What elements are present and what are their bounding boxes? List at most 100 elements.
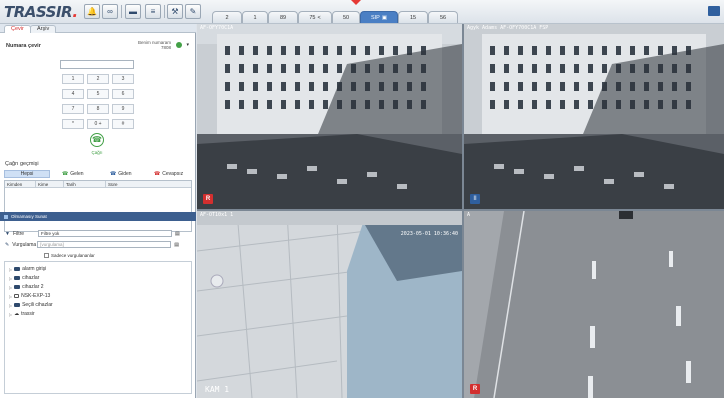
dial-key[interactable]: 5: [87, 89, 109, 99]
column-header[interactable]: Tarih: [63, 181, 76, 188]
highlight-icon: ✎: [5, 241, 10, 248]
filter-incoming[interactable]: ☎ Gelen: [62, 170, 84, 178]
monitor-icon[interactable]: [708, 6, 720, 16]
object-tree: ▷ alarm girişi ▷ cihazlar ▷ cihazlar 2 ▷ NSK…: [4, 261, 192, 394]
column-header[interactable]: Kimden: [5, 181, 22, 188]
screen-icon[interactable]: ▬: [125, 4, 141, 19]
checkbox[interactable]: [44, 253, 49, 258]
sip-panel: Çevir Arşiv Numara çevir Benim numaram 7…: [0, 24, 196, 398]
call-label: Çağrı: [91, 150, 103, 155]
dial-key[interactable]: 7: [62, 104, 84, 114]
record-badge[interactable]: R: [203, 194, 213, 204]
dial-key[interactable]: #: [112, 119, 134, 129]
camera-view[interactable]: Agyk Adams AF-OFY700C1A FSP II: [464, 24, 724, 209]
dial-key[interactable]: *: [62, 119, 84, 129]
layout-tab[interactable]: 50: [332, 11, 360, 23]
layout-tab[interactable]: 2: [212, 11, 242, 23]
edit-icon[interactable]: ✎: [185, 4, 201, 19]
dial-title: Numara çevir: [6, 43, 41, 49]
camera-feed-image: [197, 211, 462, 398]
camera-timestamp: 2023-05-01 10:36:40: [400, 231, 458, 237]
dial-key[interactable]: 9: [112, 104, 134, 114]
expand-icon: ▷: [9, 311, 13, 317]
outgoing-call-icon: ☎: [110, 171, 117, 177]
dial-key[interactable]: 3: [112, 74, 134, 84]
filter-outgoing[interactable]: ☎ Giden: [110, 170, 132, 178]
filter-row: ▼ Filtre Filtre yok ▤: [5, 230, 180, 237]
tree-item[interactable]: ▷ NSK-EXP-13: [9, 293, 50, 299]
camera-title: Agyk Adams AF-OFY700C1A FSP: [467, 25, 549, 31]
filter-select[interactable]: Filtre yok: [37, 230, 172, 237]
dial-key[interactable]: 0 +: [87, 119, 109, 129]
call-history-table: Kimden Kime Tarih Süre: [4, 180, 192, 232]
cloud-icon: ☁: [14, 311, 20, 317]
dial-key[interactable]: 8: [87, 104, 109, 114]
toolbar-divider: [164, 5, 165, 18]
phone-icon: ☎: [92, 135, 102, 144]
filter-icon: ▼: [5, 230, 10, 237]
column-header[interactable]: Kime: [35, 181, 48, 188]
pause-badge[interactable]: II: [470, 194, 480, 204]
tree-item[interactable]: ▷ alarm girişi: [9, 266, 46, 272]
layout-tab[interactable]: 75 <: [298, 11, 332, 23]
table-header: Kimden Kime Tarih Süre: [5, 181, 191, 188]
camera-view[interactable]: AF-OT10x1 1 2023-05-01 10:36:40 KAM 1: [197, 211, 462, 398]
camera-feed-image: [197, 24, 462, 209]
expand-icon: ▷: [9, 284, 13, 290]
dial-key[interactable]: 2: [87, 74, 109, 84]
toolbar-divider: [121, 5, 122, 18]
object-tree-header: Olmamasıy Sunat: [0, 212, 196, 221]
call-history-title: Çağrı geçmişi: [5, 161, 39, 167]
list-icon[interactable]: ≡: [145, 4, 161, 19]
tab-dial[interactable]: Çevir: [4, 25, 31, 33]
dial-key[interactable]: 6: [112, 89, 134, 99]
camera-feed-image: [464, 24, 724, 209]
tree-item[interactable]: ▷ cihazlar: [9, 275, 39, 281]
dial-number-input[interactable]: [60, 60, 134, 69]
missed-call-icon: ☎: [154, 171, 161, 177]
dial-key[interactable]: 1: [62, 74, 84, 84]
wrench-icon[interactable]: ⚒: [167, 4, 183, 19]
video-grid: AF-OFY70C1A R Agyk Adams AF-OFY700C1A FS…: [197, 24, 724, 398]
server-icon: [14, 294, 20, 298]
only-highlighted-checkbox[interactable]: Sadece vurgulananlar: [44, 253, 95, 258]
call-button[interactable]: ☎: [90, 133, 104, 147]
camera-title: AF-OFY70C1A: [200, 25, 234, 31]
layout-tab[interactable]: 15: [398, 11, 428, 23]
tab-archive[interactable]: Arşiv: [30, 25, 57, 33]
dial-key[interactable]: 4: [62, 89, 84, 99]
tree-item[interactable]: ▷ cihazlar 2: [9, 284, 43, 290]
save-icon: ▣: [381, 14, 388, 21]
call-history-filters: Hepsi ☎ Gelen ☎ Giden ☎ Cevapsız: [4, 170, 192, 178]
layout-tab[interactable]: 89: [268, 11, 298, 23]
alarm-marker-icon: [351, 0, 361, 5]
highlight-input[interactable]: [vurgulama]: [37, 241, 172, 248]
filter-all[interactable]: Hepsi: [4, 170, 50, 178]
top-toolbar: TRASSIR. 🔔 ∞ ▬ ≡ ⚒ ✎ 2 1 89 75 < 50 SIP ▣ …: [0, 0, 724, 24]
camera-title: A: [467, 212, 471, 218]
tree-item[interactable]: ▷ ☁ trassir: [9, 311, 35, 317]
bell-icon[interactable]: 🔔: [84, 4, 100, 19]
expand-icon: ▷: [9, 302, 13, 308]
tree-item[interactable]: ▷ Seçili cihazlar: [9, 302, 53, 308]
expand-icon: ▷: [9, 266, 13, 272]
layout-tab[interactable]: 1: [242, 11, 268, 23]
camera-title: AF-OT10x1 1: [200, 212, 234, 218]
camera-view[interactable]: AF-OFY70C1A R: [197, 24, 462, 209]
camera-view[interactable]: A R: [464, 211, 724, 398]
highlight-edit-icon[interactable]: ▤: [174, 242, 179, 248]
expand-icon: ▷: [9, 275, 13, 281]
filter-missed[interactable]: ☎ Cevapsız: [154, 170, 183, 178]
camera-label: KAM 1: [205, 385, 230, 394]
layout-tab-active[interactable]: SIP ▣: [360, 11, 398, 23]
chevron-down-icon[interactable]: ▾: [186, 42, 189, 48]
filter-edit-icon[interactable]: ▤: [175, 231, 180, 237]
voicemail-icon[interactable]: ∞: [102, 4, 118, 19]
status-indicator[interactable]: [176, 42, 182, 48]
my-number: 7808: [160, 45, 171, 50]
folder-icon: [14, 276, 21, 280]
column-header[interactable]: Süre: [105, 181, 118, 188]
layout-tab[interactable]: 56: [428, 11, 458, 23]
folder-icon: [14, 267, 21, 271]
record-badge[interactable]: R: [470, 384, 480, 394]
